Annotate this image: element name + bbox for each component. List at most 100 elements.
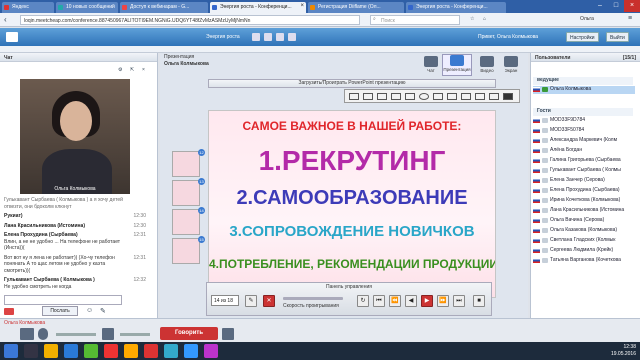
next-slide-icon[interactable]: ⏩ bbox=[437, 295, 449, 307]
user-row[interactable]: Ирина Кочеткова (Колмыкова) bbox=[533, 197, 635, 205]
user-row[interactable]: Елена Прохудина (Сырбаева) bbox=[533, 187, 635, 195]
explorer-icon[interactable] bbox=[44, 344, 58, 358]
prev-icon[interactable]: ◀ bbox=[405, 295, 417, 307]
reload-icon[interactable]: ↻ bbox=[357, 295, 369, 307]
color-icon[interactable] bbox=[503, 93, 513, 100]
speaker-slider[interactable] bbox=[120, 333, 150, 336]
tab-conference-active[interactable]: Энергия роста - Конференци... × bbox=[210, 2, 306, 13]
chat-input[interactable] bbox=[4, 295, 122, 305]
clear-icon[interactable] bbox=[489, 93, 499, 100]
volume-slider[interactable] bbox=[56, 333, 96, 336]
user-row[interactable]: Гулькавант Сырбаева ( Колмы bbox=[533, 167, 635, 175]
profile-name[interactable]: Ольга bbox=[580, 16, 594, 22]
user-row[interactable]: Сергеева Людмила (Крейк) bbox=[533, 247, 635, 255]
store-icon[interactable] bbox=[84, 344, 98, 358]
url-field[interactable]: loqin.meetcheap.com/conference.887450967… bbox=[20, 15, 360, 25]
mail-icon[interactable] bbox=[104, 344, 118, 358]
user-name: MOD33F9D784 bbox=[550, 117, 586, 123]
camera-icon[interactable] bbox=[20, 328, 34, 340]
flag-icon bbox=[533, 258, 540, 263]
tab-registration[interactable]: Регистрация Diiflame (Ол... bbox=[308, 2, 404, 13]
highlighter-icon[interactable] bbox=[461, 93, 471, 100]
attach-icon[interactable]: ✎ bbox=[100, 307, 106, 315]
chat-settings-icon[interactable]: ⚙ bbox=[118, 67, 122, 73]
user-row[interactable]: MOD33F50784 bbox=[533, 127, 635, 135]
user-row-leader[interactable]: Ольга Колмыкова bbox=[533, 86, 635, 94]
yandex-browser-icon[interactable] bbox=[144, 344, 158, 358]
send-button[interactable]: Послать bbox=[42, 306, 78, 316]
chat-close-icon[interactable]: × bbox=[142, 67, 145, 73]
user-row[interactable]: Ольга Вачина (Серова) bbox=[533, 217, 635, 225]
record-icon[interactable] bbox=[276, 33, 284, 41]
select-icon[interactable] bbox=[363, 93, 373, 100]
speed-slider[interactable] bbox=[283, 297, 343, 300]
group-guests[interactable]: Гости bbox=[533, 108, 633, 116]
close-tab-icon[interactable]: × bbox=[300, 3, 304, 9]
home-icon[interactable]: ⌂ bbox=[483, 16, 486, 22]
chrome-icon[interactable] bbox=[124, 344, 138, 358]
user-row[interactable]: Алёна Богдан bbox=[533, 147, 635, 155]
eraser-icon[interactable] bbox=[475, 93, 485, 100]
search-input[interactable]: Поиск bbox=[370, 15, 460, 25]
group-leaders[interactable]: ведущие bbox=[533, 77, 633, 85]
pointer-off-icon[interactable]: ✕ bbox=[263, 295, 275, 307]
fullscreen-icon[interactable] bbox=[264, 33, 272, 41]
exit-button[interactable]: Выйти bbox=[606, 32, 629, 42]
user-row[interactable]: Татьяна Варганова (Кочеткова bbox=[533, 257, 635, 265]
slide-thumbnail[interactable]: 13 bbox=[172, 178, 205, 206]
app-icon[interactable] bbox=[204, 344, 218, 358]
rect-icon[interactable] bbox=[405, 93, 415, 100]
user-row[interactable]: Александра Маркевич (Колм bbox=[533, 137, 635, 145]
stop-icon[interactable]: ■ bbox=[473, 295, 485, 307]
prev-slide-icon[interactable]: ⏪ bbox=[389, 295, 401, 307]
slide-thumbnail[interactable]: 14 bbox=[172, 207, 205, 235]
start-icon[interactable] bbox=[4, 344, 18, 358]
chat-popout-icon[interactable]: ⇱ bbox=[130, 67, 134, 73]
text-icon[interactable] bbox=[433, 93, 443, 100]
speaker-icon[interactable] bbox=[102, 328, 114, 340]
layout-icon[interactable] bbox=[252, 33, 260, 41]
minimize-icon[interactable]: – bbox=[592, 0, 608, 12]
user-row[interactable]: MOD33F9D784 bbox=[533, 117, 635, 125]
star-icon[interactable]: ☆ bbox=[470, 16, 474, 22]
user-row[interactable]: Галина Григорьева (Сырбаева bbox=[533, 157, 635, 165]
user-row[interactable]: Елена Занчер (Серова) bbox=[533, 177, 635, 185]
move-icon[interactable] bbox=[349, 93, 359, 100]
flag-icon[interactable] bbox=[4, 308, 14, 315]
slide-thumbnail[interactable]: 15 bbox=[172, 236, 205, 264]
tool-presentation[interactable]: Презентация bbox=[442, 54, 472, 76]
pen-icon[interactable] bbox=[447, 93, 457, 100]
vk-icon[interactable] bbox=[184, 344, 198, 358]
pen-tool-icon[interactable]: ✎ bbox=[245, 295, 257, 307]
microphone-icon[interactable] bbox=[38, 328, 48, 340]
menu-icon[interactable]: ≡ bbox=[628, 15, 632, 22]
first-slide-icon[interactable]: ⏮ bbox=[373, 295, 385, 307]
task-view-icon[interactable] bbox=[24, 344, 38, 358]
user-row[interactable]: Лана Красильникова (Истомина bbox=[533, 207, 635, 215]
maximize-icon[interactable]: □ bbox=[608, 0, 624, 12]
line-icon[interactable] bbox=[377, 93, 387, 100]
edge-icon[interactable] bbox=[64, 344, 78, 358]
play-icon[interactable]: ▶ bbox=[421, 295, 433, 307]
emoji-icon[interactable]: ☺ bbox=[86, 307, 93, 314]
upload-bar[interactable]: Загрузить/Проиграть PowerPoint презентац… bbox=[208, 79, 496, 88]
tool-screen[interactable]: Экран bbox=[496, 56, 526, 73]
tab-webinars[interactable]: Доступ к вебинарам - G... bbox=[120, 2, 208, 13]
tab-yandex[interactable]: Яндекс bbox=[2, 2, 54, 13]
arrow-icon[interactable] bbox=[391, 93, 401, 100]
settings-button[interactable]: Настройки bbox=[566, 32, 599, 42]
slide-thumbnail[interactable]: 12 bbox=[172, 149, 205, 177]
last-slide-icon[interactable]: ⏭ bbox=[453, 295, 465, 307]
page-select[interactable]: 14 из 18 bbox=[211, 295, 239, 306]
user-row[interactable]: Светлана Гладских (Колмык bbox=[533, 237, 635, 245]
sound-icon[interactable] bbox=[288, 33, 296, 41]
user-row[interactable]: Ольга Казакова (Колмыкова) bbox=[533, 227, 635, 235]
tab-messages[interactable]: 10 новых сообщений bbox=[56, 2, 118, 13]
talk-button[interactable]: Говорить bbox=[160, 327, 218, 340]
ellipse-icon[interactable] bbox=[419, 93, 429, 100]
skype-icon[interactable] bbox=[164, 344, 178, 358]
back-icon[interactable]: ‹ bbox=[4, 15, 7, 24]
mic-settings-icon[interactable] bbox=[222, 328, 234, 340]
tab-conference-2[interactable]: Энергия роста - Конференци... bbox=[406, 2, 506, 13]
close-window-icon[interactable]: × bbox=[624, 0, 640, 12]
